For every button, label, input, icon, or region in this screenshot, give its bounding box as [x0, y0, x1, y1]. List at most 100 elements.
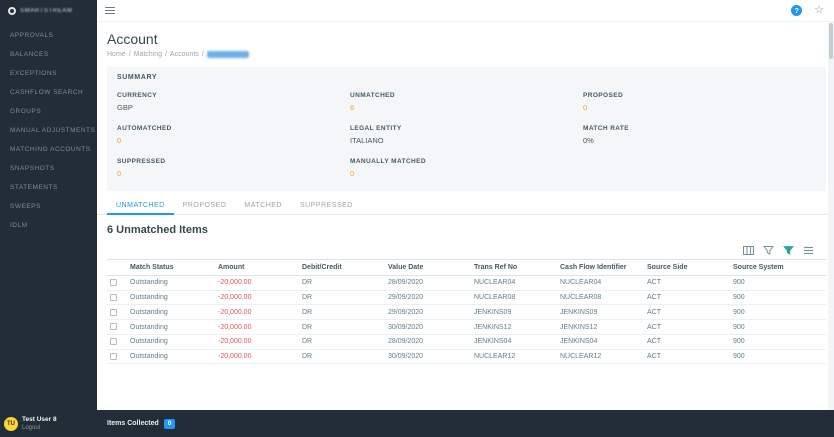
cell-amount: -20,000.00	[215, 290, 299, 306]
cell-source-system: 900	[730, 275, 826, 291]
user-name: Test User 8	[22, 415, 57, 423]
table-row[interactable]: Outstanding -20,000.00 DR 28/09/2020 JEN…	[107, 334, 826, 350]
sidebar-item-balances[interactable]: BALANCES	[0, 45, 97, 64]
cell-cash-flow-id: NUCLEAR08	[557, 290, 644, 306]
row-select-cell	[107, 349, 127, 365]
grid-menu-icon[interactable]	[803, 245, 814, 256]
cell-cash-flow-id: JENKINS04	[557, 334, 644, 350]
row-checkbox[interactable]	[110, 293, 117, 301]
summary-field-currency: CURRENCY GBP	[117, 92, 350, 112]
col-trans-ref-no[interactable]: Trans Ref No	[471, 259, 557, 276]
cell-debit-credit: DR	[299, 275, 385, 291]
tab-matched[interactable]: MATCHED	[235, 197, 291, 215]
table-row[interactable]: Outstanding -20,000.00 DR 30/09/2020 NUC…	[107, 349, 826, 365]
sidebar-item-manual-adjustments[interactable]: MANUAL ADJUSTMENTS	[0, 121, 97, 140]
cell-trans-ref: NUCLEAR12	[471, 349, 557, 365]
cell-cash-flow-id: NUCLEAR04	[557, 275, 644, 291]
table-row[interactable]: Outstanding -20,000.00 DR 28/09/2020 NUC…	[107, 275, 826, 291]
summary-field-suppressed: SUPPRESSED 0	[117, 158, 350, 178]
sidebar-item-matching-accounts[interactable]: MATCHING ACCOUNTS	[0, 140, 97, 159]
row-checkbox[interactable]	[110, 279, 117, 287]
sidebar-item-sweeps[interactable]: SWEEPS	[0, 197, 97, 216]
logo-text: SMARTSTREAM	[20, 8, 73, 14]
field-value: 0	[117, 136, 122, 145]
table-row[interactable]: Outstanding -20,000.00 DR 29/09/2020 NUC…	[107, 290, 826, 306]
user-avatar[interactable]: TU	[4, 416, 18, 431]
app-root: SMARTSTREAM APPROVALS BALANCES EXCEPTION…	[0, 0, 834, 437]
breadcrumb-accounts[interactable]: Accounts	[170, 51, 199, 58]
cell-match-status: Outstanding	[127, 275, 215, 291]
row-checkbox[interactable]	[110, 308, 117, 316]
help-icon[interactable]: ?	[791, 5, 803, 16]
row-checkbox[interactable]	[110, 323, 117, 331]
sidebar-item-idlm[interactable]: IDLM	[0, 216, 97, 235]
field-value: 0%	[583, 136, 594, 145]
cell-match-status: Outstanding	[127, 319, 215, 335]
select-all-header	[107, 259, 127, 276]
field-value: 0	[350, 169, 355, 178]
cell-match-status: Outstanding	[127, 334, 215, 350]
cell-source-side: ACT	[644, 349, 730, 365]
row-select-cell	[107, 304, 127, 321]
tab-suppressed[interactable]: SUPPRESSED	[291, 197, 362, 215]
col-source-side[interactable]: Source Side	[644, 259, 730, 276]
summary-field-match-rate: MATCH RATE 0%	[583, 125, 816, 145]
row-select-cell	[107, 290, 127, 306]
grid-toolbar	[97, 244, 814, 256]
cell-source-system: 900	[730, 334, 826, 350]
col-cash-flow-identifier[interactable]: Cash Flow Identifier	[557, 259, 644, 276]
col-debit-credit[interactable]: Debit/Credit	[299, 259, 385, 276]
breadcrumb-home[interactable]: Home	[107, 51, 126, 58]
sidebar-item-groups[interactable]: GROUPS	[0, 102, 97, 121]
sidebar-item-approvals[interactable]: APPROVALS	[0, 26, 97, 45]
summary-field-automatched: AUTOMATCHED 0	[117, 125, 350, 145]
tab-unmatched[interactable]: UNMATCHED	[107, 197, 174, 215]
field-value: 0	[117, 169, 122, 178]
cell-debit-credit: DR	[299, 334, 385, 350]
column-chooser-icon[interactable]	[743, 245, 754, 256]
sidebar-item-exceptions[interactable]: EXCEPTIONS	[0, 64, 97, 83]
unmatched-items-table: Match Status Amount Debit/Credit Value D…	[107, 259, 826, 365]
sidebar-item-statements[interactable]: STATEMENTS	[0, 178, 97, 197]
cell-cash-flow-id: NUCLEAR12	[557, 349, 644, 365]
cell-amount: -20,000.00	[215, 349, 299, 365]
summary-title: SUMMARY	[117, 74, 158, 81]
table-header-row: Match Status Amount Debit/Credit Value D…	[107, 259, 826, 276]
breadcrumb-separator: /	[201, 51, 204, 58]
col-value-date[interactable]: Value Date	[385, 259, 471, 276]
summary-field-legal-entity: LEGAL ENTITY ITALIANO	[350, 125, 583, 145]
cell-debit-credit: DR	[299, 290, 385, 306]
tab-proposed[interactable]: PROPOSED	[174, 197, 236, 215]
filter-active-icon[interactable]	[783, 245, 794, 256]
cell-value-date: 29/09/2020	[385, 304, 471, 321]
table-row[interactable]: Outstanding -20,000.00 DR 30/09/2020 JEN…	[107, 319, 826, 335]
filter-builder-icon[interactable]	[763, 245, 774, 256]
field-label: AUTOMATCHED	[117, 125, 172, 132]
cell-debit-credit: DR	[299, 319, 385, 335]
field-label: PROPOSED	[583, 92, 624, 99]
cell-source-system: 900	[730, 290, 826, 306]
favorite-star-icon[interactable]: ☆	[814, 5, 824, 16]
cell-value-date: 30/09/2020	[385, 349, 471, 365]
sidebar-item-cashflow-search[interactable]: CASHFLOW SEARCH	[0, 83, 97, 102]
row-checkbox[interactable]	[110, 352, 117, 360]
breadcrumb-matching[interactable]: Matching	[134, 51, 162, 58]
match-status-tabs: UNMATCHED PROPOSED MATCHED SUPPRESSED	[97, 197, 828, 215]
vertical-scrollbar[interactable]	[828, 22, 834, 410]
row-select-cell	[107, 334, 127, 350]
col-match-status[interactable]: Match Status	[127, 259, 215, 276]
field-label: MATCH RATE	[583, 125, 630, 132]
scrollbar-thumb[interactable]	[829, 23, 833, 59]
logout-link[interactable]: Logout	[22, 424, 57, 432]
logo-icon	[8, 7, 16, 15]
table-row[interactable]: Outstanding -20,000.00 DR 29/09/2020 JEN…	[107, 304, 826, 321]
col-amount[interactable]: Amount	[215, 259, 299, 276]
menu-toggle-icon[interactable]	[105, 5, 115, 16]
sidebar-item-snapshots[interactable]: SNAPSHOTS	[0, 159, 97, 178]
row-checkbox[interactable]	[110, 338, 117, 346]
cell-source-system: 900	[730, 319, 826, 335]
field-value: ITALIANO	[350, 136, 384, 145]
field-label: MANUALLY MATCHED	[350, 158, 426, 165]
col-source-system[interactable]: Source System	[730, 259, 826, 276]
breadcrumb-separator: /	[165, 51, 167, 58]
